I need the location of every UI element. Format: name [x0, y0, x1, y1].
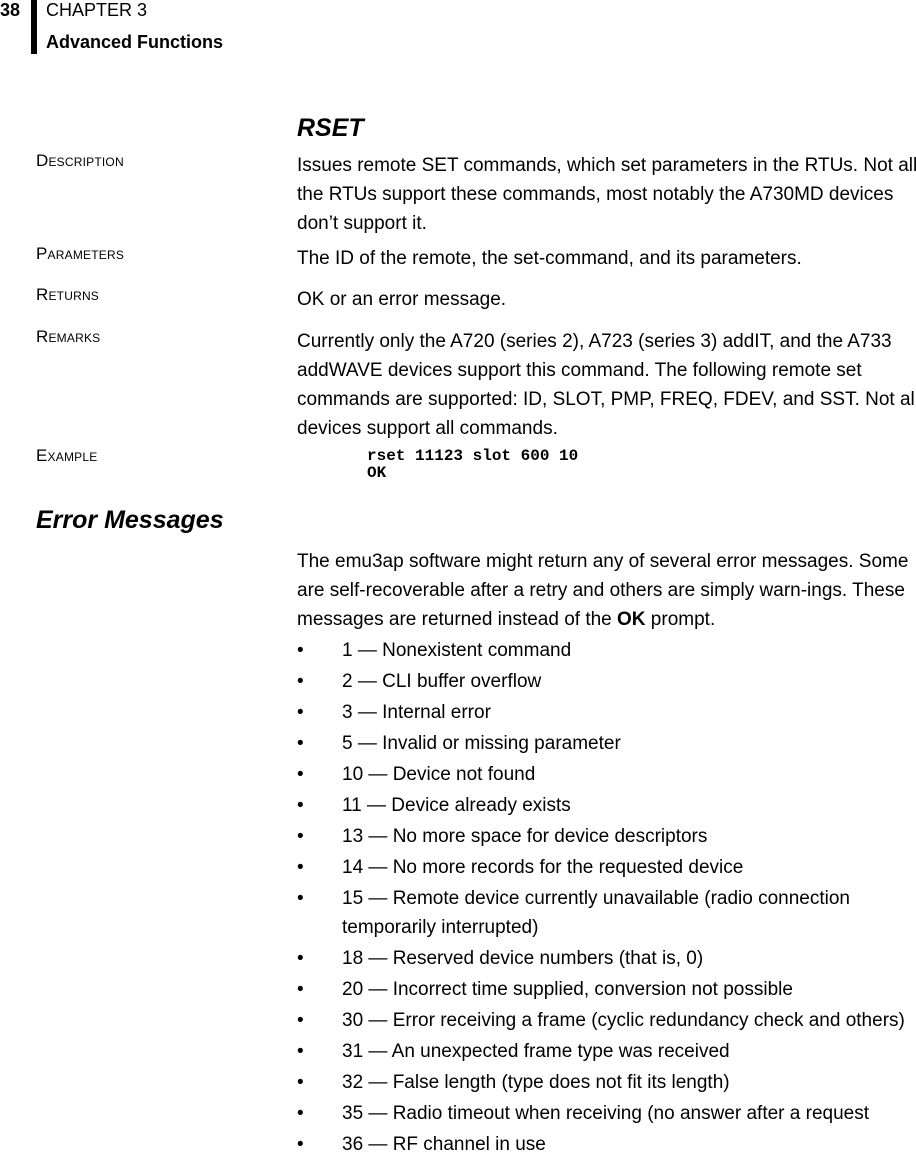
bullet-icon: • [297, 1134, 304, 1155]
error-text: 5 — Invalid or missing parameter [342, 733, 621, 754]
error-text: 13 — No more space for device descriptor… [342, 826, 708, 847]
bullet-icon: • [297, 948, 304, 969]
description-label: Description [36, 151, 124, 170]
bullet-icon: • [297, 640, 304, 661]
error-list-item: • 11 — Device already exists [297, 791, 916, 820]
bullet-icon: • [297, 1041, 304, 1062]
returns-label: Returns [36, 285, 100, 304]
error-text: 1 — Nonexistent command [342, 640, 572, 661]
bullet-icon: • [297, 857, 304, 878]
intro-text-end: prompt. [645, 609, 716, 630]
error-text: 35 — Radio timeout when receiving (no an… [342, 1103, 869, 1124]
error-text: 36 — RF channel in use [342, 1134, 546, 1155]
error-list-item: • 10 — Device not found [297, 760, 916, 789]
header-rule [31, 0, 37, 54]
bullet-icon: • [297, 733, 304, 754]
error-list-item: • 3 — Internal error [297, 698, 916, 727]
error-list-item: • 30 — Error receiving a frame (cyclic re… [297, 1006, 916, 1035]
remarks-text: Currently only the A720 (series 2), A723… [297, 331, 916, 439]
error-text: 20 — Incorrect time supplied, conversion… [342, 979, 793, 1000]
error-list-item: • 14 — No more records for the requested … [297, 853, 916, 882]
error-text: 15 — Remote device currently unavailable… [342, 888, 850, 938]
remarks-label: Remarks [36, 327, 101, 346]
returns-text: OK or an error message. [297, 289, 507, 310]
error-list-item: • 15 — Remote device currently unavailabl… [297, 884, 916, 942]
error-text: 3 — Internal error [342, 702, 491, 723]
parameters-text: The ID of the remote, the set-command, a… [297, 248, 802, 269]
bullet-icon: • [297, 764, 304, 785]
bullet-icon: • [297, 888, 304, 909]
error-text: 10 — Device not found [342, 764, 536, 785]
bullet-icon: • [297, 979, 304, 1000]
error-list-item: • 1 — Nonexistent command [297, 636, 916, 665]
command-title: RSET [297, 114, 364, 142]
example-label: Example [36, 446, 98, 465]
error-list-item: • 31 — An unexpected frame type was recei… [297, 1037, 916, 1066]
chapter-label: CHAPTER 3 [46, 0, 148, 20]
error-text: 31 — An unexpected frame type was receiv… [342, 1041, 730, 1062]
error-list-item: • 36 — RF channel in use [297, 1130, 916, 1159]
error-list-item: • 5 — Invalid or missing parameter [297, 729, 916, 758]
error-list-item: • 18 — Reserved device numbers (that is, … [297, 944, 916, 973]
bullet-icon: • [297, 1103, 304, 1124]
page-number: 38 [0, 0, 21, 20]
error-list: • 1 — Nonexistent command • 2 — CLI buffer … [297, 636, 916, 1161]
error-text: 2 — CLI buffer overflow [342, 671, 542, 692]
error-text: 32 — False length (type does not fit its… [342, 1072, 730, 1093]
bullet-icon: • [297, 826, 304, 847]
error-text: 14 — No more records for the requested d… [342, 857, 744, 878]
error-list-item: • 32 — False length (type does not fit it… [297, 1068, 916, 1097]
example-code: rset 11123 slot 600 10 OK [367, 447, 579, 482]
bullet-icon: • [297, 702, 304, 723]
error-list-item: • 2 — CLI buffer overflow [297, 667, 916, 696]
description-text: Issues remote SET commands, which set pa… [297, 155, 916, 234]
error-text: 30 — Error receiving a frame (cyclic red… [342, 1010, 905, 1031]
errors-intro: The emu3ap software might return any of … [297, 547, 916, 634]
parameters-label: Parameters [36, 244, 125, 263]
bullet-icon: • [297, 795, 304, 816]
error-list-item: • 20 — Incorrect time supplied, conversio… [297, 975, 916, 1004]
chapter-title: Advanced Functions [46, 32, 224, 52]
section-title: Error Messages [36, 506, 224, 534]
error-list-item: • 35 — Radio timeout when receiving (no a… [297, 1099, 916, 1128]
ok-prompt: OK [617, 609, 646, 630]
bullet-icon: • [297, 1072, 304, 1093]
error-text: 18 — Reserved device numbers (that is, 0… [342, 948, 704, 969]
intro-text: The emu3ap software might return any of … [297, 551, 909, 630]
bullet-icon: • [297, 671, 304, 692]
bullet-icon: • [297, 1010, 304, 1031]
error-text: 11 — Device already exists [342, 795, 571, 816]
error-list-item: • 13 — No more space for device descripto… [297, 822, 916, 851]
